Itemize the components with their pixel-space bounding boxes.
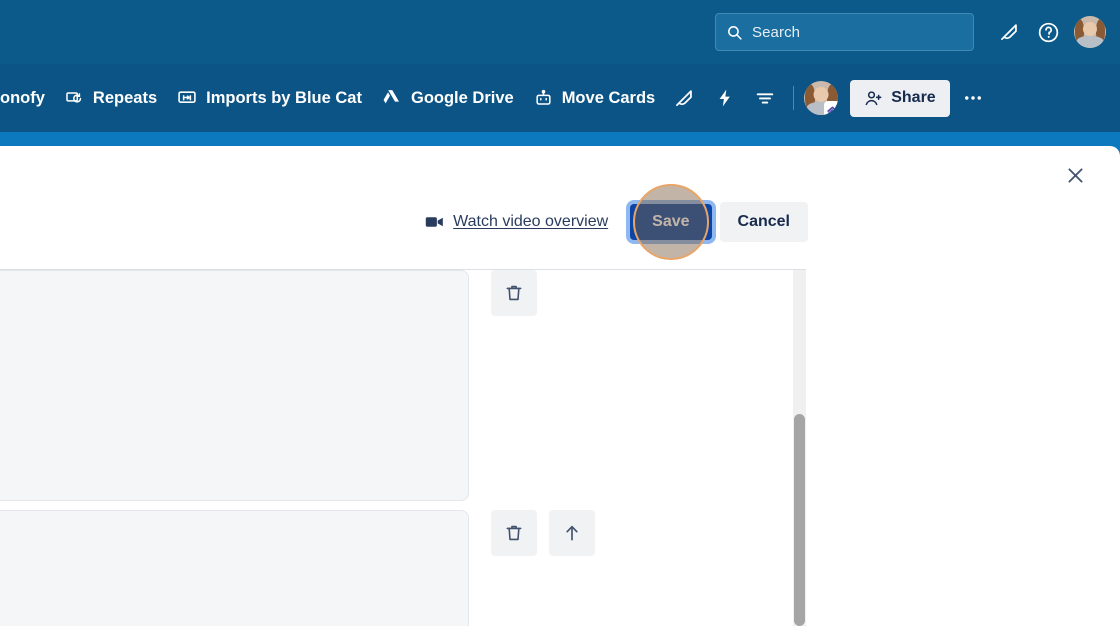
premium-badge-icon: [824, 101, 838, 115]
powerup-item-label: onofy: [0, 89, 45, 108]
scrollbar-thumb[interactable]: [794, 414, 805, 626]
more-menu-icon[interactable]: [958, 83, 988, 113]
save-button-focus-ring: Save: [626, 200, 715, 244]
powerup-item-repeats[interactable]: Repeats: [55, 83, 167, 114]
board-member-avatar[interactable]: [804, 81, 838, 115]
robot-icon: [534, 89, 553, 108]
search-placeholder-text: Search: [752, 24, 800, 41]
powerup-item-label: Move Cards: [562, 89, 656, 108]
repeats-icon: [65, 89, 84, 108]
help-icon[interactable]: [1032, 16, 1064, 48]
lightning-icon[interactable]: [709, 82, 741, 114]
powerup-item-move-cards[interactable]: Move Cards: [524, 83, 666, 114]
move-row-up-button[interactable]: [549, 510, 595, 556]
save-button[interactable]: Save: [630, 204, 711, 240]
person-add-icon: [864, 89, 883, 108]
search-icon: [726, 24, 743, 41]
rule-row: [0, 510, 806, 626]
watch-video-overview-link[interactable]: Watch video overview: [425, 213, 608, 231]
powerup-item-imports-by-blue-cat[interactable]: Imports by Blue Cat: [167, 82, 372, 114]
imports-icon: [177, 88, 197, 108]
vertical-scrollbar[interactable]: [793, 270, 806, 626]
video-camera-icon: [425, 214, 444, 230]
avatar-face: [814, 87, 829, 102]
user-avatar[interactable]: [1074, 16, 1106, 48]
watch-video-overview-label: Watch video overview: [453, 213, 608, 231]
avatar-body: [1077, 36, 1104, 48]
modal-action-bar: Watch video overview Save Cancel: [425, 200, 808, 244]
rule-row: [0, 270, 806, 501]
delete-row-button[interactable]: [491, 510, 537, 556]
close-icon[interactable]: [1060, 160, 1090, 190]
share-button[interactable]: Share: [850, 80, 949, 117]
rocket-icon[interactable]: [669, 82, 701, 114]
delete-row-button[interactable]: [491, 270, 537, 316]
share-button-label: Share: [891, 89, 935, 107]
settings-modal: Watch video overview Save Cancel: [0, 146, 1120, 626]
powerup-item-label: Imports by Blue Cat: [206, 89, 362, 108]
rule-row-tools: [469, 270, 537, 316]
powerup-item-google-drive[interactable]: Google Drive: [372, 82, 524, 114]
powerup-item-label: Google Drive: [411, 89, 514, 108]
cancel-button[interactable]: Cancel: [720, 202, 808, 242]
rule-row-tools: [469, 510, 595, 556]
modal-scroll-body: [0, 270, 806, 626]
avatar-face: [1083, 22, 1097, 36]
board-power-ups-bar: onofy Repeats: [0, 64, 1120, 132]
filter-icon[interactable]: [749, 82, 781, 114]
powerup-item-label: Repeats: [93, 89, 157, 108]
google-drive-icon: [382, 88, 402, 108]
powerup-item-onofy[interactable]: onofy: [0, 83, 55, 114]
top-navigation-bar: Search: [0, 0, 1120, 64]
board-bar-divider: [793, 86, 794, 110]
search-input[interactable]: Search: [715, 13, 974, 51]
app-screen: Search onofy: [0, 0, 1120, 626]
rule-row-panel[interactable]: [0, 510, 469, 626]
rule-row-panel[interactable]: [0, 270, 469, 501]
notifications-icon[interactable]: [994, 16, 1026, 48]
